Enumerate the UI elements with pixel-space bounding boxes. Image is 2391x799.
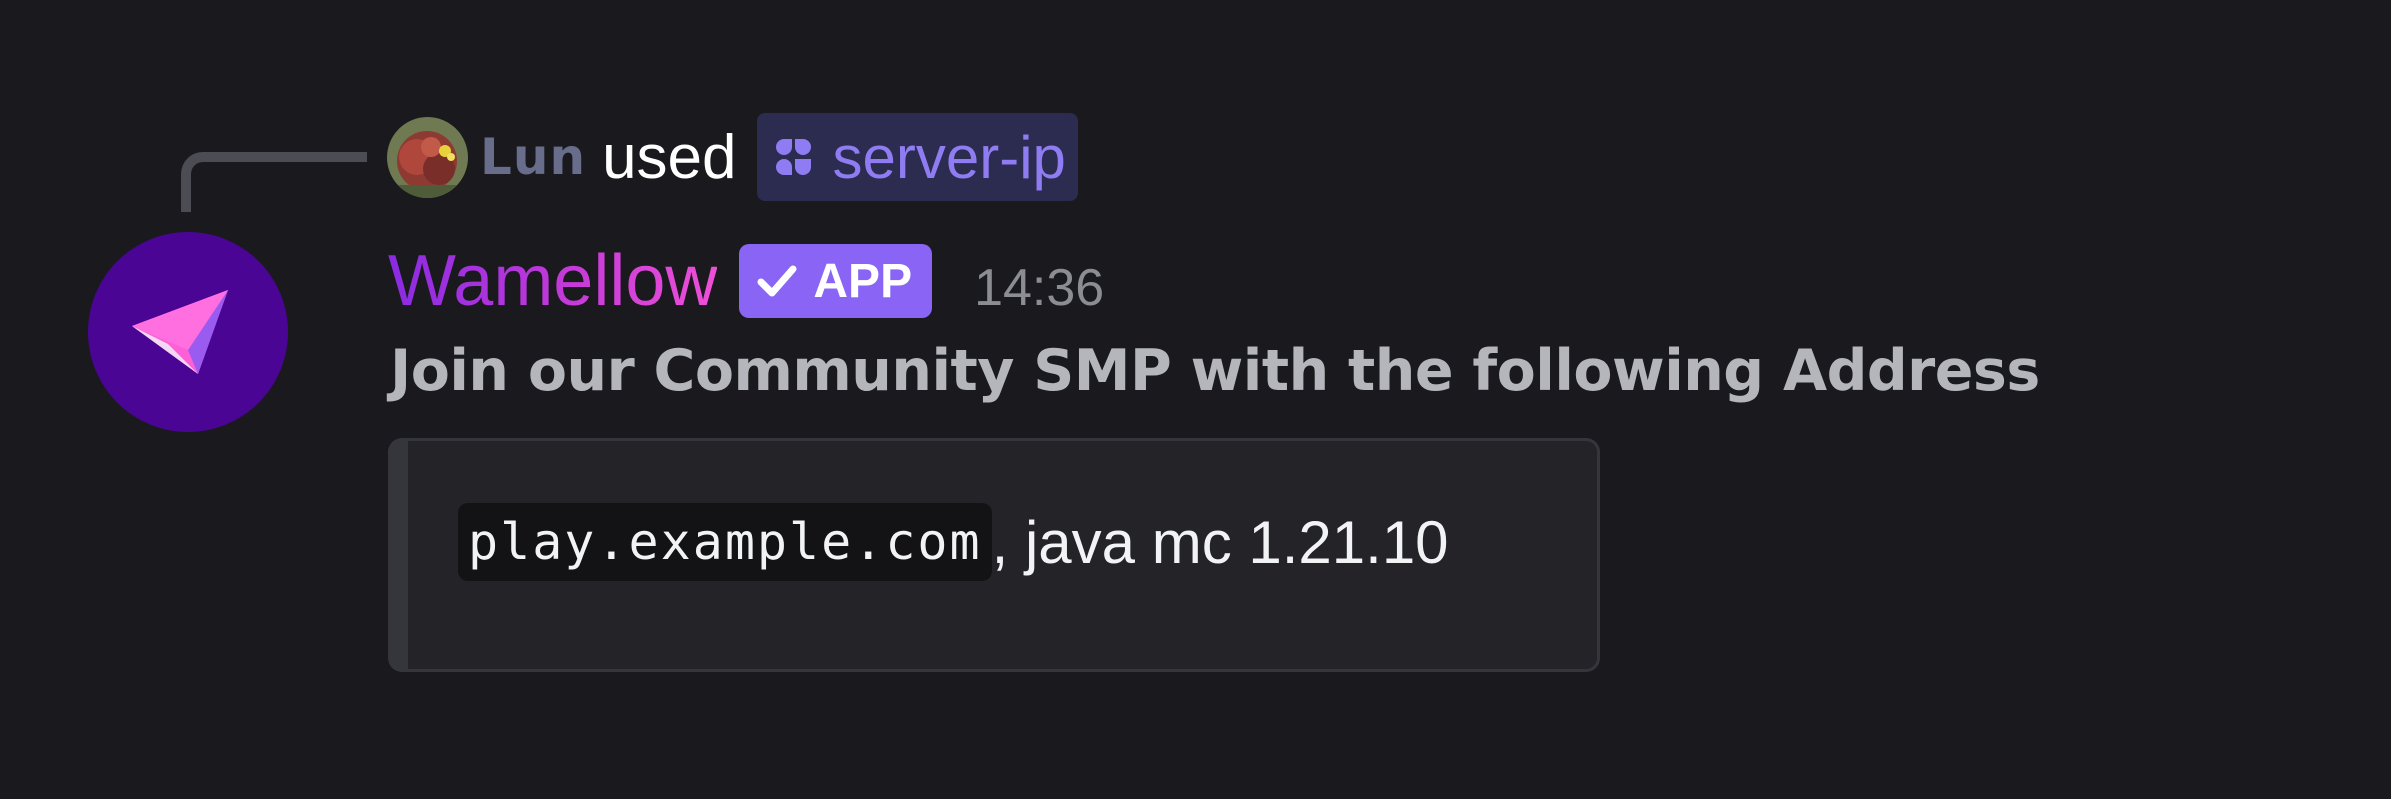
reply-verb: used: [602, 122, 737, 192]
wamellow-logo-icon: [132, 290, 228, 374]
message-embed: play.example.com , java mc 1.21.10: [388, 438, 1600, 672]
command-reply-context[interactable]: Lun used server-ip: [387, 112, 1078, 202]
message-header: Wamellow APP 14:36: [388, 236, 1104, 326]
chat-message: Lun used server-ip Wamellow APP 14:36 Jo…: [0, 0, 2391, 799]
reply-connector: [181, 152, 367, 212]
message-content: Join our Community SMP with the followin…: [390, 338, 2040, 404]
user-avatar-icon: [387, 116, 468, 198]
command-name: server-ip: [832, 123, 1066, 191]
bot-avatar[interactable]: [88, 232, 288, 432]
embed-text: , java mc 1.21.10: [991, 508, 1449, 576]
server-address-code[interactable]: play.example.com: [458, 503, 992, 581]
app-command-icon: [775, 139, 811, 175]
badge-label: APP: [813, 254, 913, 308]
reply-username[interactable]: Lun: [480, 128, 586, 186]
reply-user-avatar[interactable]: [387, 116, 468, 198]
app-badge: APP: [739, 244, 933, 318]
command-mention[interactable]: server-ip: [756, 113, 1078, 201]
message-timestamp[interactable]: 14:36: [974, 258, 1104, 318]
check-icon: [757, 265, 797, 297]
embed-description: play.example.com , java mc 1.21.10: [458, 503, 1449, 581]
author-name[interactable]: Wamellow: [388, 240, 717, 322]
